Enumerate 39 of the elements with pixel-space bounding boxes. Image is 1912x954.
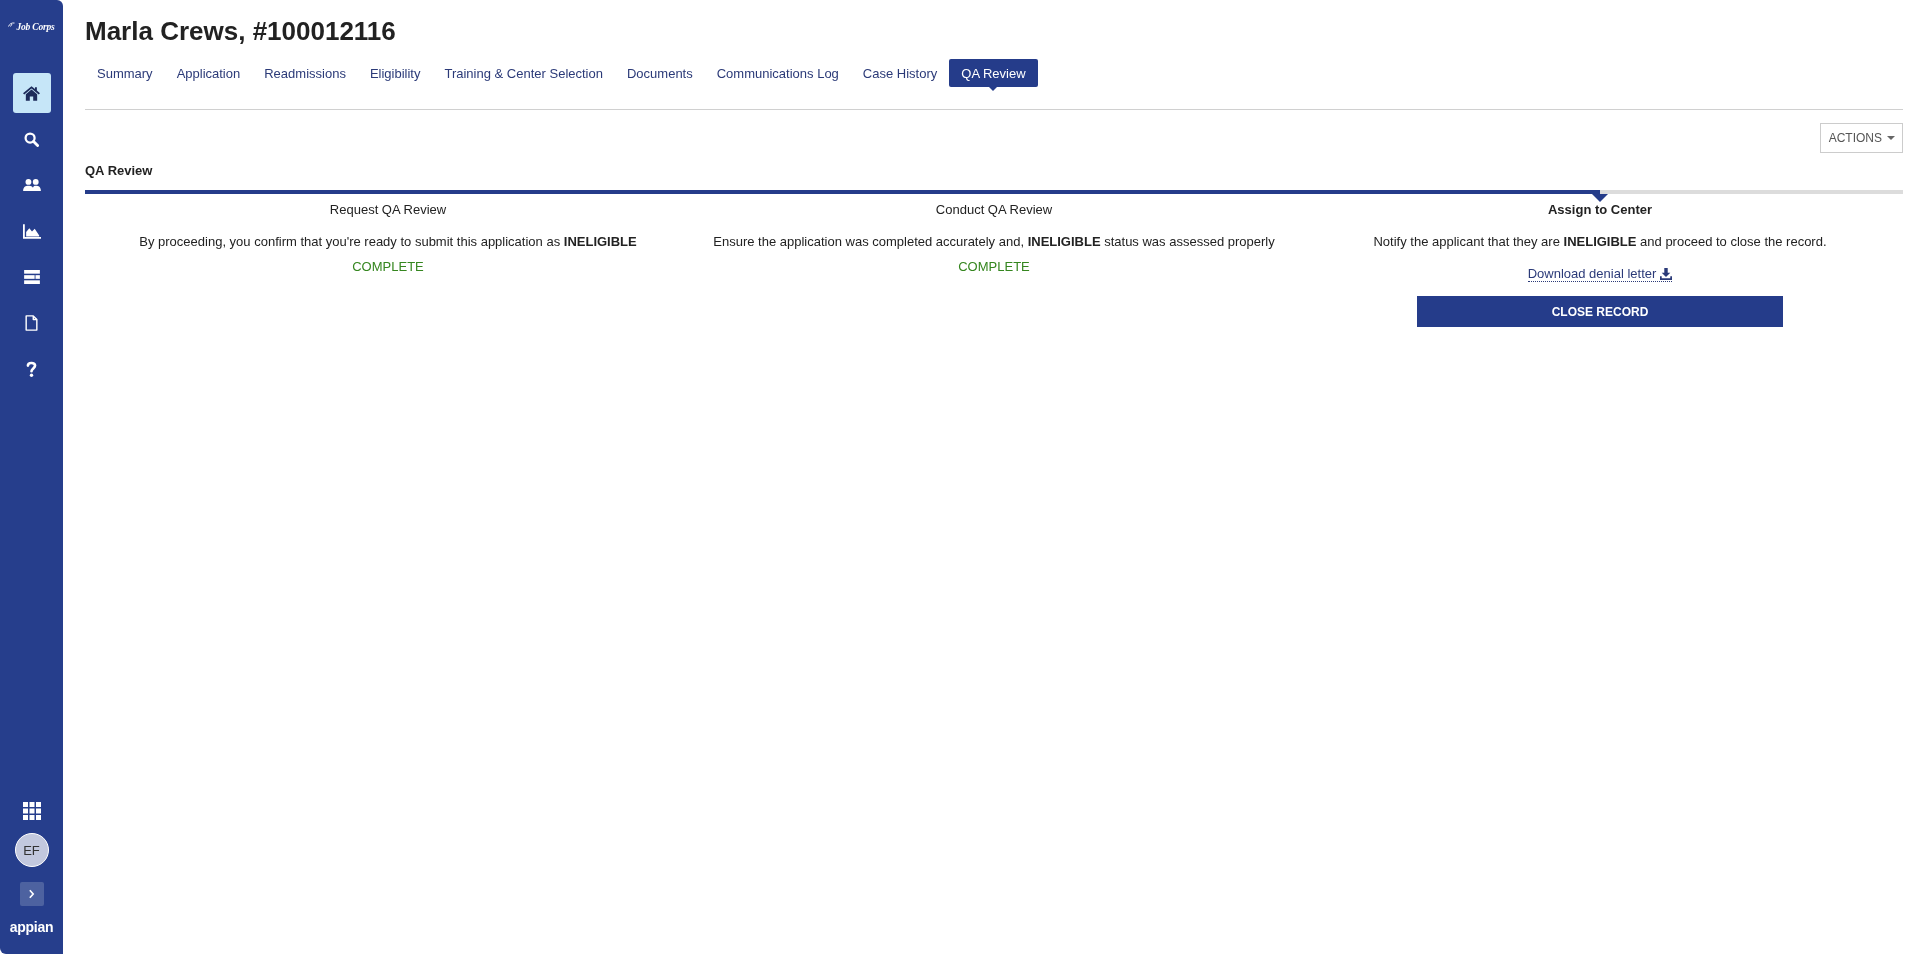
tab[interactable]: QA Review — [949, 59, 1038, 87]
tab[interactable]: Eligibility — [357, 59, 433, 87]
area-chart-icon — [22, 223, 41, 239]
document-icon — [25, 315, 38, 331]
tab[interactable]: Readmissions — [252, 59, 358, 87]
step-title: Conduct QA Review — [935, 202, 1053, 218]
logo-text: Job Corps — [16, 21, 55, 34]
apps-grid-icon[interactable] — [22, 802, 41, 820]
search-icon — [24, 131, 39, 147]
step-description: Ensure the application was completed accurately and, INELIGIBLE status was assessed properly — [713, 234, 1275, 250]
tab[interactable]: Summary — [85, 59, 165, 87]
close-record-button[interactable]: CLOSE RECORD — [1417, 296, 1783, 327]
step-description: By proceeding, you confirm that you're ready to submit this application as INELIGIBLE — [139, 234, 637, 250]
section-title: QA Review — [85, 163, 154, 179]
tab[interactable]: Case History — [850, 59, 950, 87]
tab[interactable]: Application — [164, 59, 253, 87]
brand-logo: appian — [9, 918, 54, 936]
home-icon — [23, 85, 40, 101]
actions-button[interactable]: ACTIONS — [1819, 123, 1903, 153]
step-description: Notify the applicant that they are INELIGIBLE and proceed to close the record. — [1373, 234, 1827, 250]
step-title: Request QA Review — [329, 202, 447, 218]
step-status: COMPLETE — [352, 259, 424, 275]
list-icon — [23, 270, 40, 284]
help-icon — [26, 361, 37, 377]
tab[interactable]: Documents — [614, 59, 705, 87]
expand-button[interactable] — [19, 882, 44, 906]
caret-icon — [1887, 136, 1895, 140]
logo-mark-icon — [8, 22, 16, 27]
download-icon — [1660, 267, 1673, 280]
people-icon — [22, 179, 41, 191]
step-title: Assign to Center — [1548, 202, 1652, 218]
step-status: COMPLETE — [958, 259, 1030, 275]
download-link[interactable]: Download denial letter — [1527, 266, 1673, 282]
record-title: Marla Crews, #100012116 — [85, 15, 397, 47]
chevron-icon — [28, 889, 35, 899]
tab[interactable]: Communications Log — [704, 59, 851, 87]
user-avatar[interactable]: EF — [14, 833, 49, 867]
nav-button[interactable] — [12, 73, 51, 113]
tab[interactable]: Training & Center Selection — [432, 59, 615, 87]
